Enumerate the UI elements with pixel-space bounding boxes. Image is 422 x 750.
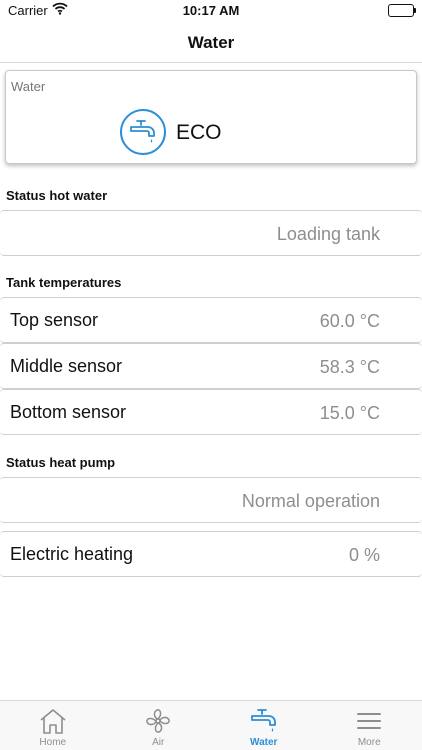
- electric-heating-row[interactable]: Electric heating 0 %: [0, 531, 422, 577]
- faucet-icon: [249, 707, 279, 740]
- row-value: 0 %: [348, 545, 380, 565]
- nav-divider: [0, 62, 422, 63]
- home-icon: [38, 707, 68, 740]
- tab-home[interactable]: Home: [0, 701, 106, 750]
- hot-water-status-row[interactable]: Loading tank: [0, 210, 422, 256]
- faucet-icon: [120, 109, 166, 155]
- row-label: Middle sensor: [10, 356, 123, 376]
- heat-pump-status-row[interactable]: Normal operation: [0, 477, 422, 523]
- row-value: 15.0 °C: [319, 403, 380, 423]
- top-sensor-row[interactable]: Top sensor 60.0 °C: [0, 297, 422, 343]
- battery-icon: [388, 4, 416, 17]
- row-label: Top sensor: [10, 310, 99, 330]
- row-label: Electric heating: [10, 544, 134, 564]
- status-bar: Carrier 10:17 AM: [0, 0, 422, 22]
- row-value: 58.3 °C: [319, 357, 380, 377]
- section-header-hot-water: Status hot water: [6, 188, 108, 203]
- water-mode-card[interactable]: Water ECO: [5, 70, 417, 164]
- tab-water[interactable]: Water: [211, 701, 317, 750]
- card-title: Water: [11, 79, 46, 94]
- mode-value: ECO: [176, 121, 222, 144]
- tab-air[interactable]: Air: [106, 701, 212, 750]
- row-value: 60.0 °C: [319, 311, 380, 331]
- page-title: Water: [187, 33, 235, 52]
- fan-icon: [143, 707, 173, 740]
- tab-more[interactable]: More: [317, 701, 422, 750]
- tab-label: Home: [39, 737, 67, 748]
- clock: 10:17 AM: [182, 3, 240, 18]
- tab-label: More: [357, 737, 381, 748]
- middle-sensor-row[interactable]: Middle sensor 58.3 °C: [0, 343, 422, 389]
- section-header-heat-pump: Status heat pump: [6, 455, 116, 470]
- menu-icon: [354, 707, 384, 740]
- section-header-tank: Tank temperatures: [6, 275, 122, 290]
- bottom-sensor-row[interactable]: Bottom sensor 15.0 °C: [0, 389, 422, 435]
- row-value: Normal operation: [241, 491, 380, 511]
- row-value: Loading tank: [276, 224, 380, 244]
- tab-bar: Home Air Water More: [0, 700, 422, 750]
- row-label: Bottom sensor: [10, 402, 127, 422]
- tab-label: Air: [152, 737, 165, 748]
- tab-label: Water: [250, 737, 278, 748]
